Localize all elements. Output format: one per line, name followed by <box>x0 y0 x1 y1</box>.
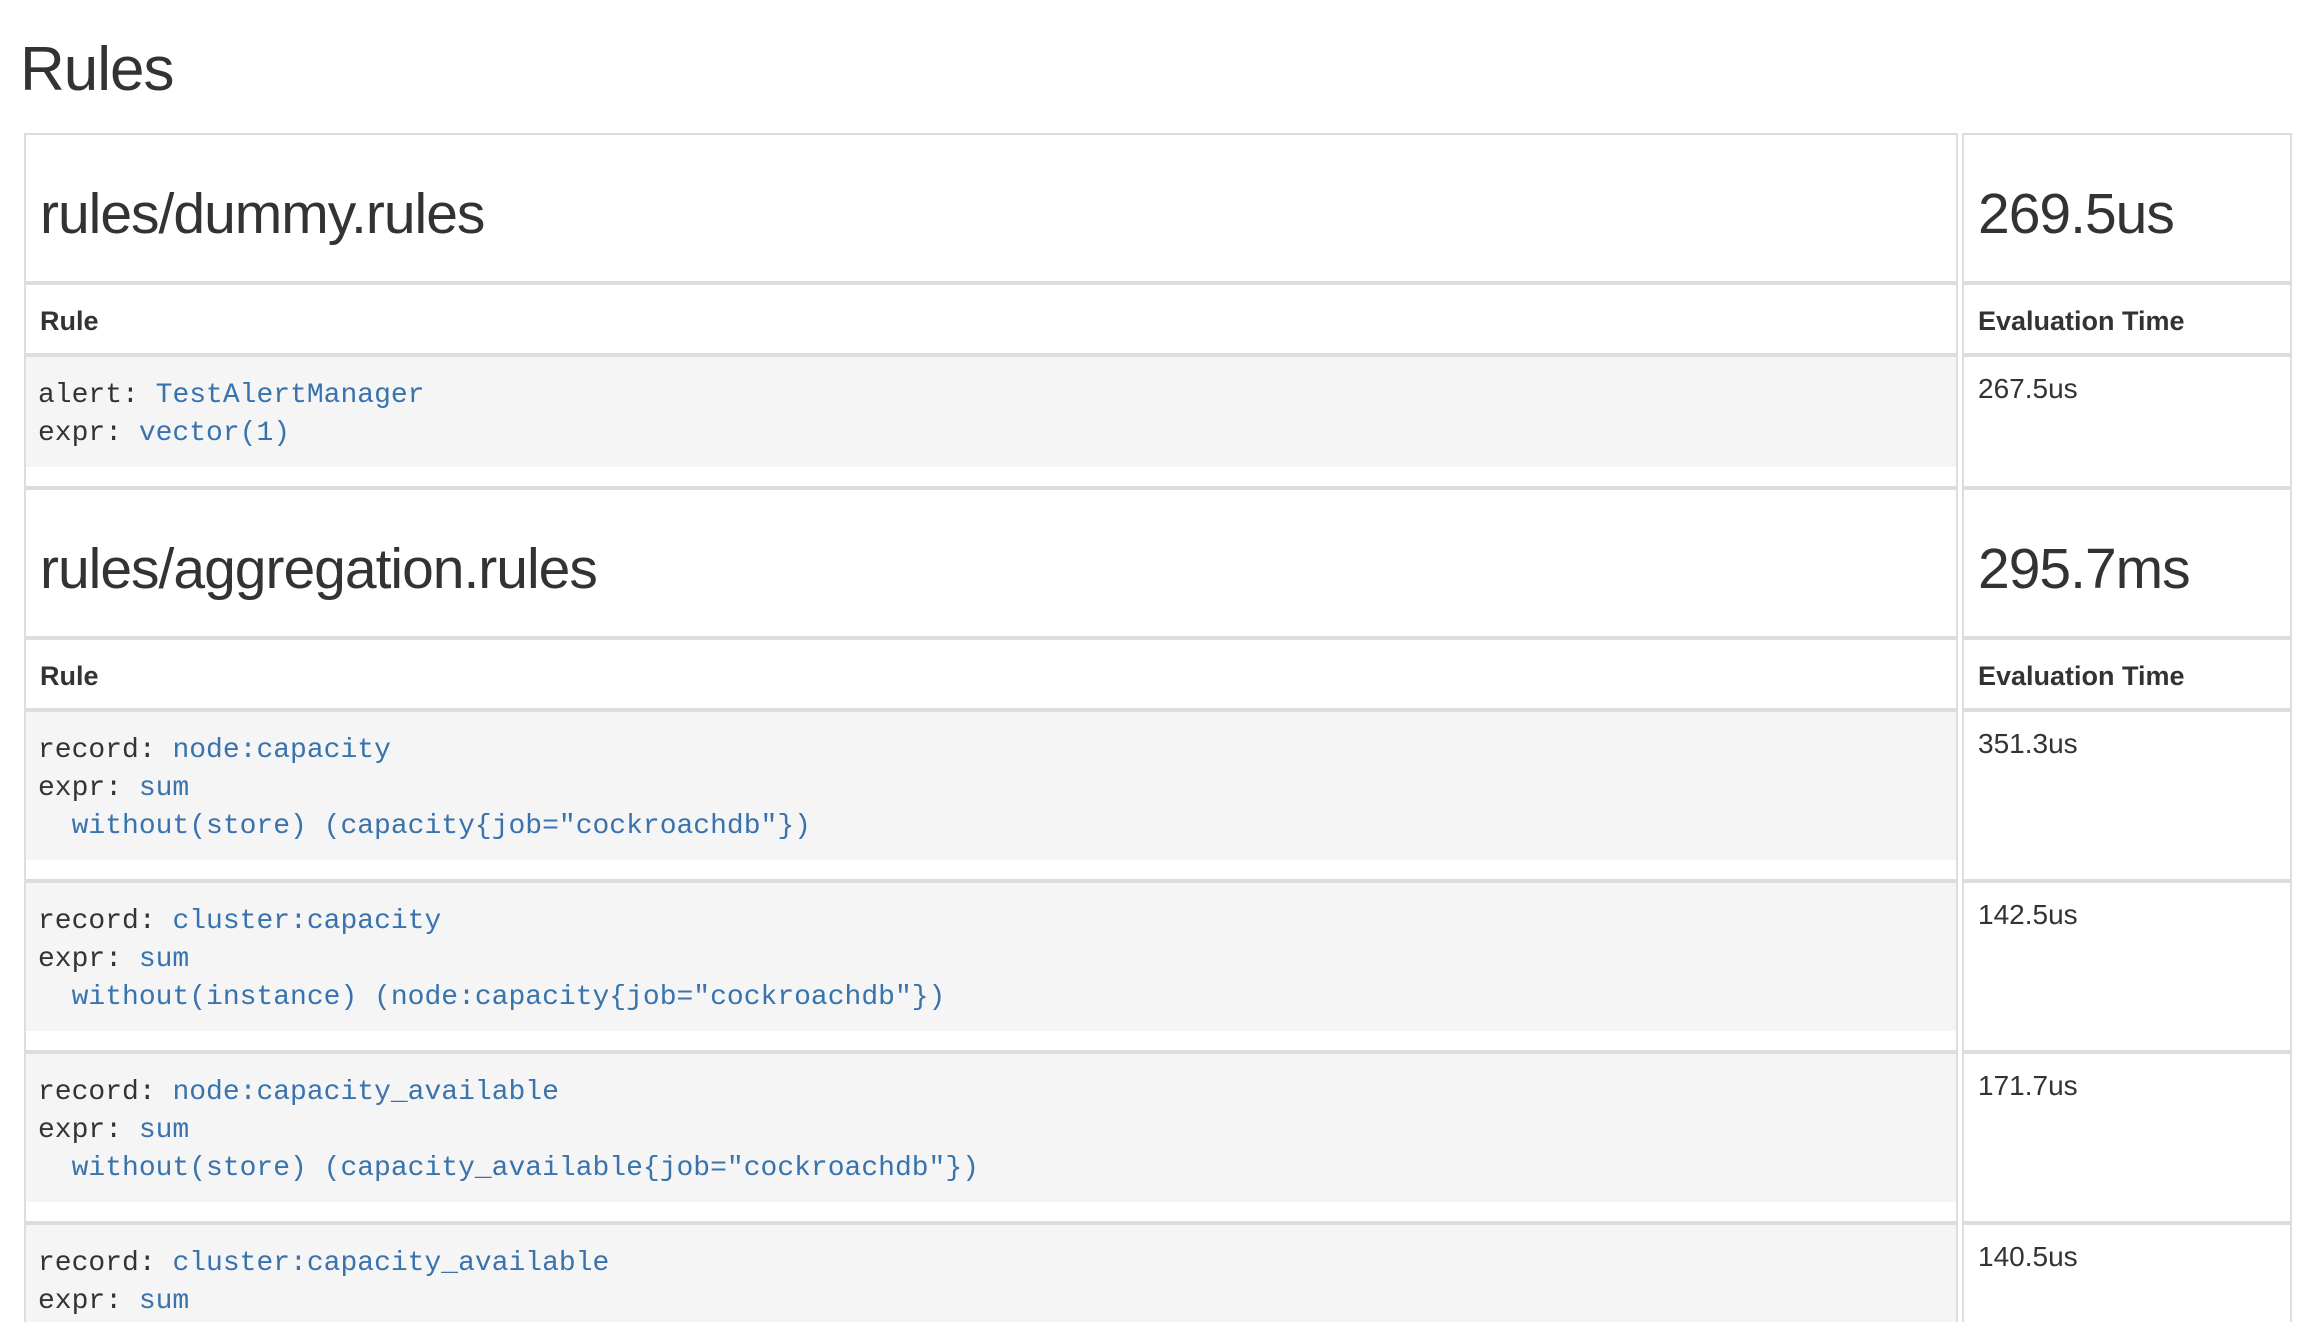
rule-definition-cell: record: cluster:capacity expr: sum witho… <box>24 881 1958 1052</box>
rule-file-name: rules/dummy.rules <box>40 181 1942 247</box>
rule-eval-time: 142.5us <box>1962 881 2292 1052</box>
rule-definition: alert: TestAlertManager expr: vector(1) <box>26 357 1956 467</box>
rule-kind-label: record: <box>38 1077 156 1108</box>
rule-definition: record: node:capacity_available expr: su… <box>26 1054 1956 1202</box>
column-header-row: Rule Evaluation Time <box>24 283 2292 355</box>
rule-name-link[interactable]: node:capacity_available <box>172 1077 558 1108</box>
rule-expr-link[interactable]: vector(1) <box>139 418 290 449</box>
rule-file-name: rules/aggregation.rules <box>40 536 1942 602</box>
rules-page: Rules rules/dummy.rules 269.5us Rule Eva… <box>0 0 2316 1322</box>
rule-expr-link[interactable]: sum without(instance) (node:capacity_ava… <box>38 1286 1113 1322</box>
rule-group-file-cell: rules/aggregation.rules <box>24 488 1958 638</box>
rule-definition-cell: record: node:capacity expr: sum without(… <box>24 710 1958 881</box>
eval-time-column-header: Evaluation Time <box>1962 283 2292 355</box>
rule-definition-cell: record: node:capacity_available expr: su… <box>24 1052 1958 1223</box>
rule-row: alert: TestAlertManager expr: vector(1) … <box>24 355 2292 488</box>
rule-row: record: node:capacity expr: sum without(… <box>24 710 2292 881</box>
rule-name-link[interactable]: cluster:capacity_available <box>172 1248 609 1279</box>
rule-group-eval-cell: 295.7ms <box>1962 488 2292 638</box>
rule-group-eval-time: 295.7ms <box>1978 536 2276 602</box>
rule-expr-link[interactable]: sum without(instance) (node:capacity{job… <box>38 944 945 1013</box>
rule-group-header-row: rules/dummy.rules 269.5us <box>24 133 2292 283</box>
rule-column-header: Rule <box>24 638 1958 710</box>
rule-definition: record: cluster:capacity_available expr:… <box>26 1225 1956 1322</box>
rule-kind-label: record: <box>38 1248 156 1279</box>
rule-name-link[interactable]: cluster:capacity <box>172 906 441 937</box>
rule-eval-time: 171.7us <box>1962 1052 2292 1223</box>
rule-expr-link[interactable]: sum without(store) (capacity_available{j… <box>38 1115 979 1184</box>
rule-definition: record: cluster:capacity expr: sum witho… <box>26 883 1956 1031</box>
rule-kind-label: record: <box>38 906 156 937</box>
rule-kind-label: alert: <box>38 380 139 411</box>
rule-column-header: Rule <box>24 283 1958 355</box>
rule-group-header-row: rules/aggregation.rules 295.7ms <box>24 488 2292 638</box>
rule-eval-time: 351.3us <box>1962 710 2292 881</box>
rule-eval-time: 267.5us <box>1962 355 2292 488</box>
rule-name-link[interactable]: node:capacity <box>172 735 390 766</box>
rules-table: rules/dummy.rules 269.5us Rule Evaluatio… <box>20 133 2296 1322</box>
rule-definition-cell: record: cluster:capacity_available expr:… <box>24 1223 1958 1322</box>
rule-row: record: cluster:capacity_available expr:… <box>24 1223 2292 1322</box>
rule-name-link[interactable]: TestAlertManager <box>156 380 425 411</box>
rule-expr-label: expr: <box>38 418 122 449</box>
rule-expr-link[interactable]: sum without(store) (capacity{job="cockro… <box>38 773 811 842</box>
rule-group-eval-time: 269.5us <box>1978 181 2276 247</box>
rule-row: record: node:capacity_available expr: su… <box>24 1052 2292 1223</box>
rule-group-eval-cell: 269.5us <box>1962 133 2292 283</box>
page-title: Rules <box>20 34 2296 105</box>
rule-expr-label: expr: <box>38 1286 122 1317</box>
rule-expr-label: expr: <box>38 1115 122 1146</box>
rule-definition-cell: alert: TestAlertManager expr: vector(1) <box>24 355 1958 488</box>
rule-expr-label: expr: <box>38 773 122 804</box>
eval-time-column-header: Evaluation Time <box>1962 638 2292 710</box>
rule-eval-time: 140.5us <box>1962 1223 2292 1322</box>
rule-definition: record: node:capacity expr: sum without(… <box>26 712 1956 860</box>
column-header-row: Rule Evaluation Time <box>24 638 2292 710</box>
rule-kind-label: record: <box>38 735 156 766</box>
rule-row: record: cluster:capacity expr: sum witho… <box>24 881 2292 1052</box>
rule-group-file-cell: rules/dummy.rules <box>24 133 1958 283</box>
rule-expr-label: expr: <box>38 944 122 975</box>
